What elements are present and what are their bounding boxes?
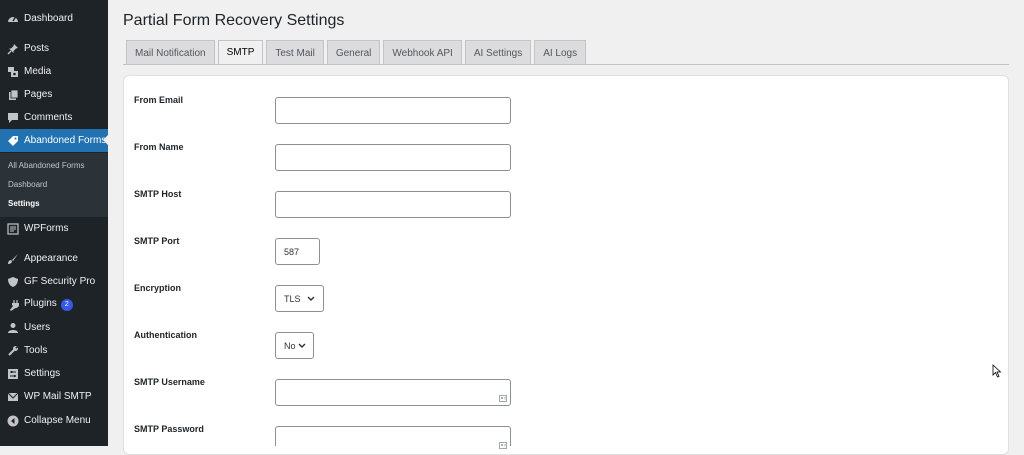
sidebar-item-tools[interactable]: Tools <box>0 339 108 362</box>
users-icon <box>6 321 19 334</box>
settings-tabs: Mail Notification SMTP Test Mail General… <box>126 40 587 65</box>
tag-icon <box>6 134 19 147</box>
sidebar-item-label: Pages <box>24 89 53 100</box>
sidebar-item-wpforms[interactable]: WPForms <box>0 217 108 240</box>
wpforms-icon <box>6 222 19 235</box>
sidebar-item-abandoned-forms[interactable]: Abandoned Forms <box>0 129 108 152</box>
plugin-icon <box>6 298 19 311</box>
chevron-down-icon <box>298 341 306 351</box>
sidebar-item-label: Settings <box>24 368 61 379</box>
sidebar-item-comments[interactable]: Comments <box>0 106 108 129</box>
tab-mail-notification[interactable]: Mail Notification <box>126 40 215 65</box>
smtp-port-label: SMTP Port <box>134 236 180 246</box>
pin-icon <box>6 42 19 55</box>
autofill-card-icon <box>499 389 507 402</box>
sidebar-item-label: Collapse Menu <box>24 415 91 426</box>
admin-sidebar: Dashboard Posts Media Pages Comments Aba… <box>0 0 108 446</box>
tab-ai-settings[interactable]: AI Settings <box>464 40 532 65</box>
sidebar-item-label: GF Security Pro <box>24 276 96 287</box>
sidebar-item-label: Users <box>24 322 51 333</box>
chevron-down-icon <box>307 294 315 304</box>
submenu-item-dashboard[interactable]: Dashboard <box>8 180 47 189</box>
sidebar-item-wp-mail-smtp[interactable]: WP Mail SMTP <box>0 385 108 408</box>
sidebar-item-label: Appearance <box>24 253 78 264</box>
sidebar-item-label: Media <box>24 66 52 77</box>
sidebar-item-label: WPForms <box>24 223 69 234</box>
collapse-menu-button[interactable]: Collapse Menu <box>0 409 108 432</box>
comments-icon <box>6 111 19 124</box>
mail-icon <box>6 390 19 403</box>
smtp-username-label: SMTP Username <box>134 377 205 387</box>
autofill-card-icon <box>499 436 507 449</box>
sidebar-item-label: Tools <box>24 345 48 356</box>
encryption-select[interactable]: TLS <box>275 285 324 312</box>
collapse-icon <box>6 414 19 427</box>
smtp-host-label: SMTP Host <box>134 189 182 199</box>
smtp-password-field[interactable] <box>275 426 511 449</box>
tab-webhook-api[interactable]: Webhook API <box>383 40 462 65</box>
sidebar-item-label: Plugins 2 <box>24 298 73 311</box>
settings-icon <box>6 367 19 380</box>
authentication-select[interactable]: No <box>275 332 314 359</box>
from-name-field[interactable] <box>275 144 511 171</box>
sidebar-item-media[interactable]: Media <box>0 60 108 83</box>
page-title: Partial Form Recovery Settings <box>123 12 345 29</box>
tab-smtp[interactable]: SMTP <box>217 40 264 65</box>
media-icon <box>6 65 19 78</box>
sidebar-item-plugins[interactable]: Plugins 2 <box>0 293 108 316</box>
brush-icon <box>6 252 19 265</box>
sidebar-item-posts[interactable]: Posts <box>0 37 108 60</box>
authentication-label: Authentication <box>134 330 197 340</box>
wrench-icon <box>6 344 19 357</box>
smtp-username-field[interactable] <box>275 379 511 406</box>
sidebar-item-pages[interactable]: Pages <box>0 83 108 106</box>
dashboard-icon <box>6 12 19 25</box>
submenu-item-all-abandoned-forms[interactable]: All Abandoned Forms <box>8 161 85 170</box>
tab-general[interactable]: General <box>326 40 381 65</box>
shield-icon <box>6 275 19 288</box>
sidebar-item-label: WP Mail SMTP <box>24 391 92 402</box>
from-email-field[interactable] <box>275 97 511 124</box>
sidebar-item-settings[interactable]: Settings <box>0 362 108 385</box>
abandoned-forms-submenu: All Abandoned Forms Dashboard Settings <box>0 153 108 217</box>
sidebar-item-label: Abandoned Forms <box>24 135 107 146</box>
tab-test-mail[interactable]: Test Mail <box>266 40 324 65</box>
sidebar-item-users[interactable]: Users <box>0 316 108 339</box>
tabs-divider <box>123 64 1009 65</box>
smtp-settings-panel <box>123 75 1009 455</box>
sidebar-item-dashboard[interactable]: Dashboard <box>0 7 108 30</box>
pages-icon <box>6 88 19 101</box>
encryption-label: Encryption <box>134 283 182 293</box>
smtp-password-label: SMTP Password <box>134 424 204 434</box>
encryption-value: TLS <box>284 293 301 304</box>
tab-ai-logs[interactable]: AI Logs <box>534 40 587 65</box>
submenu-item-settings[interactable]: Settings <box>8 199 40 208</box>
authentication-value: No <box>284 340 296 351</box>
sidebar-item-gf-security-pro[interactable]: GF Security Pro <box>0 270 108 293</box>
from-email-label: From Email <box>134 95 184 105</box>
from-name-label: From Name <box>134 142 184 152</box>
mouse-cursor-icon <box>992 364 1002 383</box>
plugins-update-badge: 2 <box>60 299 73 311</box>
smtp-port-field[interactable]: 587 <box>275 238 320 265</box>
sidebar-item-label: Posts <box>24 43 50 54</box>
smtp-host-field[interactable] <box>275 191 511 218</box>
sidebar-item-label: Dashboard <box>24 13 73 24</box>
sidebar-item-appearance[interactable]: Appearance <box>0 247 108 270</box>
smtp-port-value: 587 <box>284 246 300 257</box>
sidebar-item-label: Comments <box>24 112 73 123</box>
